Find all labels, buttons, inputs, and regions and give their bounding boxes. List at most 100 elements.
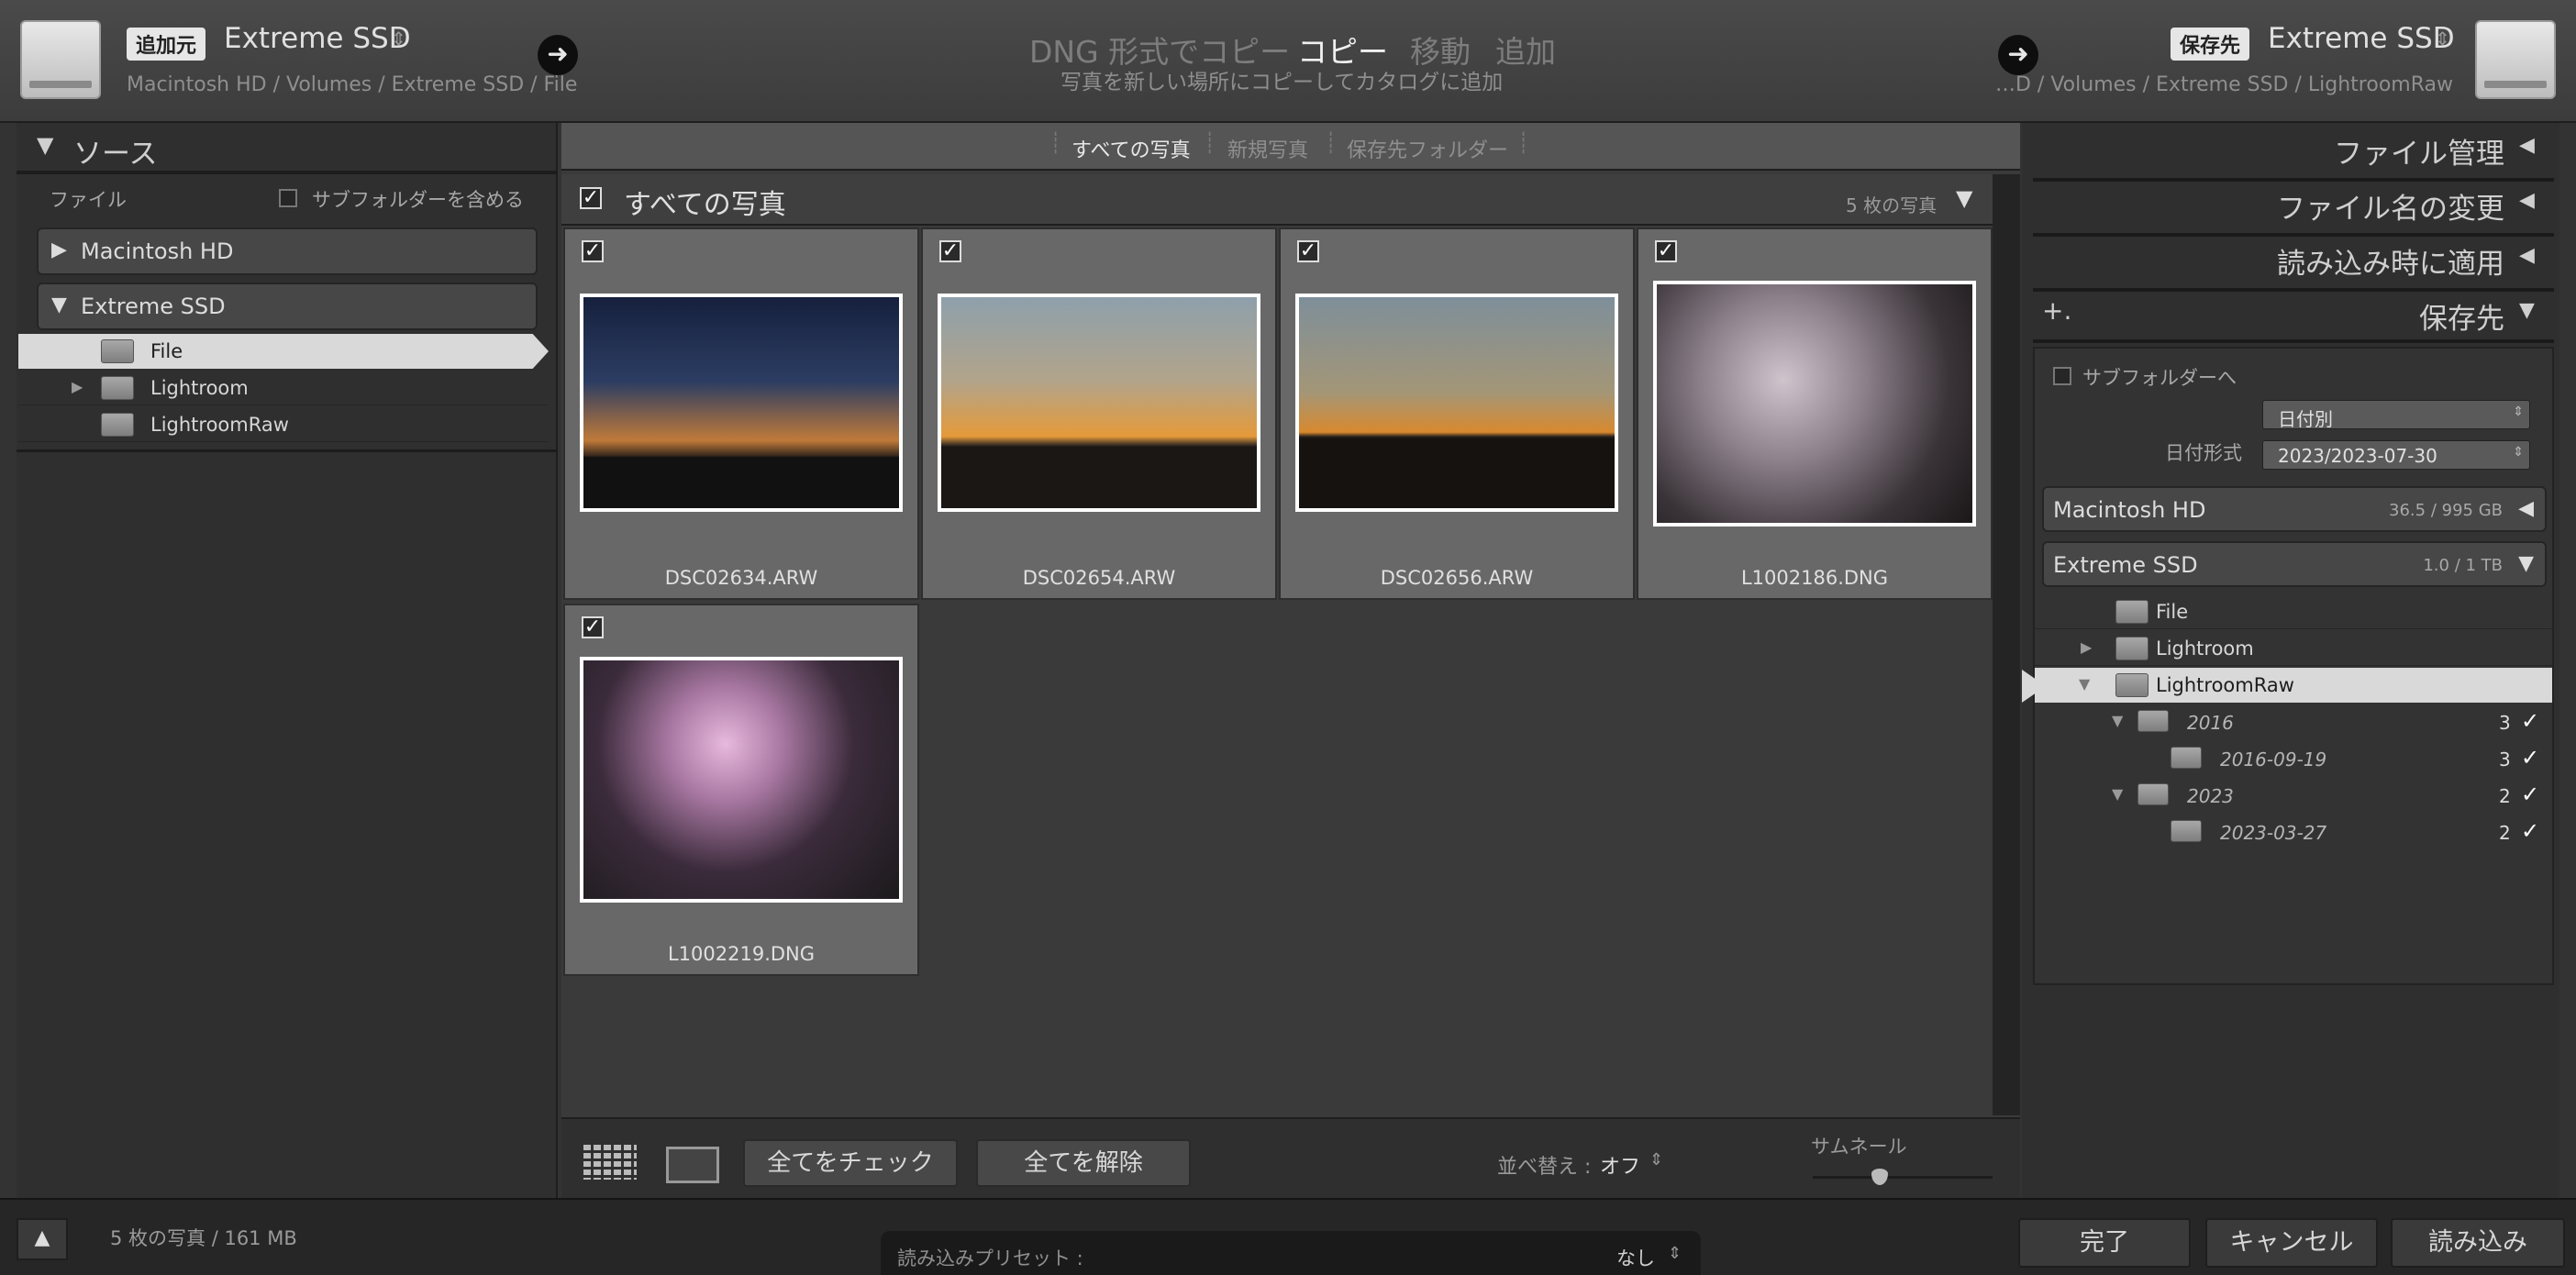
section-file-handling[interactable]: ファイル管理: [2022, 130, 2504, 172]
collapse-triangle-icon[interactable]: ▼: [37, 132, 53, 158]
collapse-triangle-icon[interactable]: ▼: [2079, 675, 2090, 693]
photo-thumbnail[interactable]: [580, 657, 903, 903]
organize-select[interactable]: 日付別 ⇕: [2262, 400, 2530, 430]
dest-tree-row-lightroomraw-selected[interactable]: ▼ LightroomRaw: [2035, 668, 2552, 703]
date-format-label: 日付形式: [2165, 442, 2242, 464]
volume-row-macintosh[interactable]: Macintosh HD 36.5 / 995 GB ◀: [2042, 486, 2547, 532]
tab-dest-folders[interactable]: 保存先フォルダー: [1347, 134, 1508, 163]
import-button[interactable]: 読み込み: [2391, 1218, 2565, 1268]
dest-tree-row-lightroom[interactable]: ▶ Lightroom: [2035, 631, 2552, 666]
loupe-view-icon[interactable]: [666, 1147, 719, 1183]
expand-left-triangle-icon[interactable]: ◀: [2519, 134, 2535, 157]
photo-thumbnail[interactable]: [580, 294, 903, 512]
grid-scrollbar[interactable]: [1993, 174, 2020, 1115]
photo-thumbnail[interactable]: [1653, 281, 1976, 527]
collapse-triangle-icon[interactable]: ▼: [2518, 552, 2534, 575]
photo-checkbox[interactable]: ✓: [939, 240, 961, 262]
drive-row-extreme-ssd[interactable]: ▼ Extreme SSD: [37, 283, 538, 330]
tab-all-photos[interactable]: すべての写真: [1071, 134, 1191, 163]
new-folder-row-2016[interactable]: ▼ 2016 3 ✓: [2035, 704, 2552, 741]
section-apply-during-import[interactable]: 読み込み時に適用: [2022, 240, 2504, 282]
include-subfolders-checkbox[interactable]: [279, 189, 297, 207]
into-subfolder-checkbox[interactable]: [2053, 367, 2071, 385]
folder-icon: [101, 413, 134, 437]
new-folder-row-2023[interactable]: ▼ 2023 2 ✓: [2035, 778, 2552, 815]
photo-cell-3[interactable]: ✓ DSC02656.ARW: [1279, 227, 1635, 600]
dest-arrow-icon[interactable]: ➜: [1998, 35, 2038, 75]
dest-tag: 保存先: [2171, 28, 2250, 61]
uncheck-all-button[interactable]: 全てを解除: [976, 1139, 1191, 1187]
expand-left-triangle-icon[interactable]: ◀: [2519, 189, 2535, 212]
dest-drive-name[interactable]: Extreme SSD: [2268, 22, 2455, 55]
done-button[interactable]: 完了: [2018, 1218, 2191, 1268]
sort-stepper-icon[interactable]: ⇕: [1649, 1150, 1663, 1170]
collapse-triangle-icon[interactable]: ▼: [2112, 712, 2123, 729]
photo-checkbox[interactable]: ✓: [582, 240, 604, 262]
thumbnail-slider-track[interactable]: [1813, 1176, 1993, 1179]
import-preset-bar[interactable]: 読み込みプリセット : なし ⇕: [881, 1231, 1701, 1275]
new-folder-count: 2: [2499, 785, 2511, 807]
destination-panel: ファイル管理 ◀ ファイル名の変更 ◀ 読み込み時に適用 ◀ +. 保存先 ▼ …: [2022, 123, 2559, 1198]
grid-menu-triangle-icon[interactable]: ▼: [1956, 185, 1972, 211]
expand-triangle-icon[interactable]: ▶: [51, 238, 67, 261]
new-folder-row-2023-03-27[interactable]: 2023-03-27 2 ✓: [2035, 815, 2552, 851]
cancel-button[interactable]: キャンセル: [2205, 1218, 2378, 1268]
folder-label: LightroomRaw: [150, 414, 289, 436]
expand-triangle-icon[interactable]: ▶: [72, 378, 83, 395]
new-folder-count: 2: [2499, 822, 2511, 844]
expand-triangle-icon[interactable]: ▶: [2081, 638, 2092, 656]
tree-row-file-selected[interactable]: File: [18, 334, 549, 369]
source-drive-icon[interactable]: [20, 20, 101, 99]
source-drive-stepper-icon[interactable]: ⇕: [391, 28, 406, 50]
folder-icon: [101, 376, 134, 400]
tree-row-lightroomraw[interactable]: LightroomRaw: [18, 407, 549, 442]
grid-view-icon[interactable]: [583, 1145, 637, 1180]
drive-row-macintosh[interactable]: ▶ Macintosh HD: [37, 227, 538, 275]
new-folder-row-2016-09-19[interactable]: 2016-09-19 3 ✓: [2035, 741, 2552, 778]
source-arrow-icon[interactable]: ➜: [538, 35, 578, 75]
dest-drive-stepper-icon[interactable]: ⇕: [2435, 28, 2450, 50]
photo-cell-5[interactable]: ✓ L1002219.DNG: [563, 604, 919, 976]
collapse-triangle-icon[interactable]: ▼: [2112, 785, 2123, 803]
collapse-triangle-icon[interactable]: ▼: [2519, 299, 2535, 322]
photo-thumbnail[interactable]: [1295, 294, 1618, 512]
volume-row-extreme-ssd[interactable]: Extreme SSD 1.0 / 1 TB ▼: [2042, 541, 2547, 587]
checkmark-icon[interactable]: ✓: [2521, 745, 2539, 771]
sort-value[interactable]: オフ: [1600, 1150, 1640, 1180]
into-subfolder-label[interactable]: サブフォルダーへ: [2082, 363, 2237, 391]
thumbnail-slider-handle[interactable]: [1871, 1169, 1888, 1185]
source-drive-name[interactable]: Extreme SSD: [224, 22, 411, 55]
preset-stepper-icon[interactable]: ⇕: [1668, 1244, 1682, 1263]
tab-divider: ┊: [1049, 132, 1062, 155]
photo-checkbox[interactable]: ✓: [1297, 240, 1319, 262]
tree-row-lightroom[interactable]: ▶ Lightroom: [18, 371, 549, 405]
select-all-checkbox[interactable]: ✓: [580, 187, 602, 209]
date-format-select[interactable]: 2023/2023-07-30 ⇕: [2262, 440, 2530, 470]
checkmark-icon[interactable]: ✓: [2521, 818, 2539, 844]
mode-add[interactable]: 追加: [1495, 28, 1556, 72]
check-all-button[interactable]: 全てをチェック: [743, 1139, 958, 1187]
section-file-renaming[interactable]: ファイル名の変更: [2022, 185, 2504, 227]
photo-cell-4[interactable]: ✓ L1002186.DNG: [1637, 227, 1993, 600]
dest-tree-row-file[interactable]: File: [2035, 594, 2552, 629]
expand-up-triangle-icon[interactable]: ▲: [17, 1218, 68, 1260]
dest-drive-icon[interactable]: [2475, 20, 2556, 99]
include-subfolders-label[interactable]: サブフォルダーを含める: [312, 185, 524, 213]
collapse-triangle-icon[interactable]: ▼: [51, 294, 67, 316]
section-destination[interactable]: 保存先: [2022, 295, 2504, 337]
photo-checkbox[interactable]: ✓: [582, 616, 604, 638]
expand-left-triangle-icon[interactable]: ◀: [2519, 244, 2535, 267]
selection-pointer-icon: [2022, 670, 2046, 703]
tab-new-photos[interactable]: 新規写真: [1227, 134, 1308, 163]
photo-checkbox[interactable]: ✓: [1655, 240, 1677, 262]
photo-cell-1[interactable]: ✓ DSC02634.ARW: [563, 227, 919, 600]
expand-left-triangle-icon[interactable]: ◀: [2518, 497, 2534, 520]
photo-cell-2[interactable]: ✓ DSC02654.ARW: [921, 227, 1277, 600]
photo-thumbnail[interactable]: [938, 294, 1260, 512]
import-preset-value[interactable]: なし: [1616, 1244, 1655, 1271]
checkmark-icon[interactable]: ✓: [2521, 782, 2539, 807]
checkmark-icon[interactable]: ✓: [2521, 708, 2539, 734]
folder-label: Lightroom: [2156, 638, 2254, 660]
select-stepper-icon: ⇕: [2513, 405, 2524, 419]
organize-value: 日付別: [2278, 408, 2333, 430]
